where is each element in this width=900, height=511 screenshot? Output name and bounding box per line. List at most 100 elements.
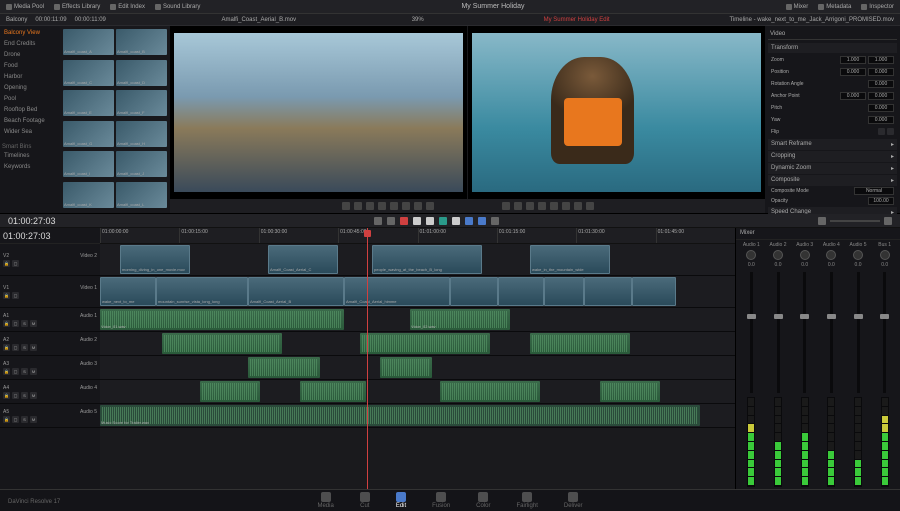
opacity-field[interactable]: 100.00 bbox=[868, 197, 894, 205]
prev-frame-button[interactable] bbox=[354, 202, 362, 210]
fader[interactable] bbox=[777, 272, 780, 393]
clip[interactable]: Amalfi_Coast_Aerial_B bbox=[248, 277, 344, 306]
clip[interactable] bbox=[162, 333, 282, 354]
clip-thumbnail[interactable]: Amalfi_coast_F bbox=[116, 90, 167, 116]
clip-thumbnail[interactable]: Amalfi_coast_A bbox=[63, 29, 114, 55]
selection-tool[interactable] bbox=[374, 217, 382, 225]
bin-item[interactable]: Wider Sea bbox=[2, 127, 58, 137]
insert-tool[interactable] bbox=[413, 217, 421, 225]
mute-button[interactable]: M bbox=[30, 368, 37, 375]
clip-thumbnail[interactable]: Amalfi_coast_G bbox=[63, 121, 114, 147]
fader[interactable] bbox=[857, 272, 860, 393]
mute-button[interactable]: M bbox=[30, 392, 37, 399]
bin-crumb[interactable]: Balcony bbox=[6, 17, 27, 23]
auto-select-button[interactable]: ▢ bbox=[12, 260, 19, 267]
bin-item[interactable]: Pool bbox=[2, 94, 58, 104]
clip[interactable] bbox=[600, 381, 660, 402]
trim-tool[interactable] bbox=[387, 217, 395, 225]
clip[interactable] bbox=[440, 381, 540, 402]
rec-last-frame-button[interactable] bbox=[574, 202, 582, 210]
pan-knob[interactable] bbox=[826, 250, 836, 260]
anchor-y-field[interactable]: 0.000 bbox=[868, 92, 894, 100]
overwrite-tool[interactable] bbox=[426, 217, 434, 225]
yaw-field[interactable]: 0.000 bbox=[868, 116, 894, 124]
clip[interactable] bbox=[200, 381, 260, 402]
solo-button[interactable]: S bbox=[21, 320, 28, 327]
edit-index-toggle[interactable]: Edit Index bbox=[110, 4, 145, 10]
solo-button[interactable]: S bbox=[21, 344, 28, 351]
clip[interactable]: mountain_sunrise_vista_long_long bbox=[156, 277, 248, 306]
pan-knob[interactable] bbox=[880, 250, 890, 260]
zoom-in-button[interactable] bbox=[884, 217, 892, 225]
sound-library-toggle[interactable]: Sound Library bbox=[155, 4, 200, 10]
rec-loop-button[interactable] bbox=[586, 202, 594, 210]
page-tab-color[interactable]: Color bbox=[476, 492, 490, 509]
playhead[interactable] bbox=[367, 228, 368, 489]
time-ruler[interactable]: 01:00:00:0001:00:15:0001:00:30:0001:00:4… bbox=[100, 228, 735, 244]
clip-thumbnail[interactable]: Amalfi_coast_B bbox=[116, 29, 167, 55]
clip-thumbnail[interactable]: Amalfi_coast_C bbox=[63, 60, 114, 86]
master-timecode[interactable]: 01:00:27:03 bbox=[0, 228, 100, 244]
clip[interactable]: people_waving_at_the_beach_B_long bbox=[372, 245, 482, 274]
clip[interactable]: Voice_01.wav bbox=[100, 309, 344, 330]
source-viewer[interactable] bbox=[170, 26, 467, 199]
play-button[interactable] bbox=[390, 202, 398, 210]
bin-item[interactable]: Beach Footage bbox=[2, 116, 58, 126]
clip[interactable]: Amalfi_Coast_Aerial_C bbox=[268, 245, 338, 274]
rec-first-frame-button[interactable] bbox=[502, 202, 510, 210]
rotation-field[interactable]: 0.000 bbox=[868, 80, 894, 88]
flip-v-button[interactable] bbox=[887, 128, 894, 135]
source-clip-name[interactable]: Amalfi_Coast_Aerial_B.mov bbox=[221, 17, 296, 23]
bin-item[interactable]: Drone bbox=[2, 50, 58, 60]
track-a4[interactable] bbox=[100, 380, 735, 404]
bin-item[interactable]: Rooftop Bed bbox=[2, 105, 58, 115]
link-tool[interactable] bbox=[452, 217, 460, 225]
metadata-toggle[interactable]: Metadata bbox=[818, 4, 851, 10]
fader[interactable] bbox=[803, 272, 806, 393]
track-header-a3[interactable]: A3Audio 3🔒▢SM bbox=[0, 356, 100, 380]
zoom-y-field[interactable]: 1.000 bbox=[868, 56, 894, 64]
clip[interactable] bbox=[498, 277, 544, 306]
clip-thumbnail[interactable]: Amalfi_coast_K bbox=[63, 182, 114, 208]
mute-button[interactable]: M bbox=[30, 416, 37, 423]
page-tab-deliver[interactable]: Deliver bbox=[564, 492, 583, 509]
effects-library-toggle[interactable]: Effects Library bbox=[54, 4, 100, 10]
page-tab-fusion[interactable]: Fusion bbox=[432, 492, 450, 509]
clip-thumbnail[interactable]: Amalfi_coast_L bbox=[116, 182, 167, 208]
track-header-a2[interactable]: A2Audio 2🔒▢SM bbox=[0, 332, 100, 356]
inspector-section[interactable]: Cropping▸ bbox=[768, 151, 897, 162]
bin-item[interactable]: Food bbox=[2, 61, 58, 71]
track-a1[interactable]: Voice_01.wav Voice_02.wav bbox=[100, 308, 735, 332]
page-tab-media[interactable]: Media bbox=[317, 492, 333, 509]
page-tab-fairlight[interactable]: Fairlight bbox=[517, 492, 538, 509]
clip[interactable] bbox=[450, 277, 498, 306]
rec-play-button[interactable] bbox=[550, 202, 558, 210]
clip[interactable] bbox=[584, 277, 632, 306]
fader[interactable] bbox=[830, 272, 833, 393]
track-v2[interactable]: morning_diving_in_one_movie.movAmalfi_Co… bbox=[100, 244, 735, 276]
pan-knob[interactable] bbox=[800, 250, 810, 260]
clip[interactable]: Voice_02.wav bbox=[410, 309, 510, 330]
bin-item[interactable]: Balcony View bbox=[2, 28, 58, 38]
pos-x-field[interactable]: 0.000 bbox=[840, 68, 866, 76]
clip[interactable] bbox=[530, 333, 630, 354]
smart-bin-item[interactable]: Keywords bbox=[2, 162, 58, 172]
solo-button[interactable]: S bbox=[21, 416, 28, 423]
track-header-a5[interactable]: A5Audio 5🔒▢SM bbox=[0, 404, 100, 428]
inspector-section[interactable]: Dynamic Zoom▸ bbox=[768, 163, 897, 174]
track-a5[interactable]: Music Score for Trailer.wav bbox=[100, 404, 735, 428]
lock-button[interactable]: 🔒 bbox=[3, 344, 10, 351]
auto-select-button[interactable]: ▢ bbox=[12, 292, 19, 299]
lock-button[interactable]: 🔒 bbox=[3, 416, 10, 423]
loop-button[interactable] bbox=[426, 202, 434, 210]
snap-tool[interactable] bbox=[491, 217, 499, 225]
lock-button[interactable]: 🔒 bbox=[3, 292, 10, 299]
clip[interactable] bbox=[360, 333, 490, 354]
clip[interactable] bbox=[248, 357, 320, 378]
record-viewer[interactable] bbox=[468, 26, 765, 199]
page-tab-edit[interactable]: Edit bbox=[396, 492, 406, 509]
flag-tool[interactable] bbox=[465, 217, 473, 225]
rec-prev-frame-button[interactable] bbox=[514, 202, 522, 210]
fader[interactable] bbox=[750, 272, 753, 393]
lock-button[interactable]: 🔒 bbox=[3, 392, 10, 399]
